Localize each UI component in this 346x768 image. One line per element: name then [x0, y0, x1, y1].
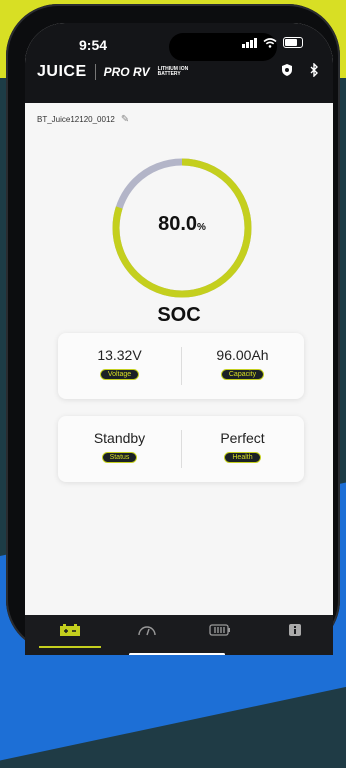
bottom-tab-bar: [25, 615, 333, 655]
active-tab-indicator: [39, 646, 101, 648]
cells-tab-icon: [209, 624, 230, 636]
health-badge: Health: [224, 452, 261, 463]
soc-unit: %: [197, 222, 206, 233]
brand-subtitle: LITHIUM ION BATTERY: [158, 67, 189, 77]
status-value: Standby: [93, 430, 146, 446]
voltage-value: 13.32V: [97, 347, 142, 363]
device-name-row: BT_Juice12120_0012 ✎: [37, 114, 129, 125]
device-name: BT_Juice12120_0012: [37, 115, 115, 124]
capacity-value: 96.00Ah: [216, 347, 269, 363]
phone-frame: 9:54 JUICE PRO RV LITHIUM ION BATTERY BT…: [6, 4, 340, 655]
bluetooth-icon[interactable]: [309, 63, 319, 77]
status-health-card: Standby Status Perfect Health: [58, 416, 304, 482]
app-header: 9:54 JUICE PRO RV LITHIUM ION BATTERY: [25, 23, 333, 103]
brand-product: PRO RV: [103, 65, 150, 79]
gauge-tab-icon: [138, 626, 156, 636]
info-tab-icon: [289, 624, 301, 636]
soc-value: 80.0%: [109, 213, 255, 236]
tab-info[interactable]: [275, 621, 315, 639]
soc-number: 80.0: [158, 213, 198, 235]
capacity-column: 96.00Ah Capacity: [181, 333, 304, 399]
phone-battery-icon: [283, 37, 303, 48]
status-time: 9:54: [79, 37, 108, 53]
home-indicator[interactable]: [129, 653, 225, 655]
tab-cells[interactable]: [200, 621, 240, 639]
brand-subtitle-line2: BATTERY: [157, 71, 181, 77]
health-column: Perfect Health: [181, 416, 304, 482]
capacity-badge: Capacity: [220, 369, 265, 380]
status-column: Standby Status: [58, 416, 181, 482]
voltage-column: 13.32V Voltage: [58, 333, 181, 399]
wifi-icon: [263, 37, 277, 48]
brand-separator: [94, 64, 96, 80]
signal-icon: [242, 37, 257, 48]
app-screen: 9:54 JUICE PRO RV LITHIUM ION BATTERY BT…: [25, 23, 333, 655]
shield-icon[interactable]: [281, 63, 293, 77]
soc-label: SOC: [157, 304, 201, 326]
brand-bar: JUICE PRO RV LITHIUM ION BATTERY: [37, 63, 188, 81]
status-badge: Status: [101, 452, 138, 463]
voltage-badge: Voltage: [99, 369, 140, 380]
tab-gauge[interactable]: [127, 621, 167, 639]
header-icons: [281, 63, 319, 77]
brand-logo: JUICE: [37, 63, 87, 80]
tab-battery[interactable]: [50, 621, 90, 639]
status-icons: [242, 37, 303, 48]
health-value: Perfect: [220, 430, 265, 446]
voltage-capacity-card: 13.32V Voltage 96.00Ah Capacity: [58, 333, 304, 399]
edit-pencil-icon[interactable]: ✎: [121, 114, 129, 125]
battery-tab-icon: [60, 624, 80, 636]
